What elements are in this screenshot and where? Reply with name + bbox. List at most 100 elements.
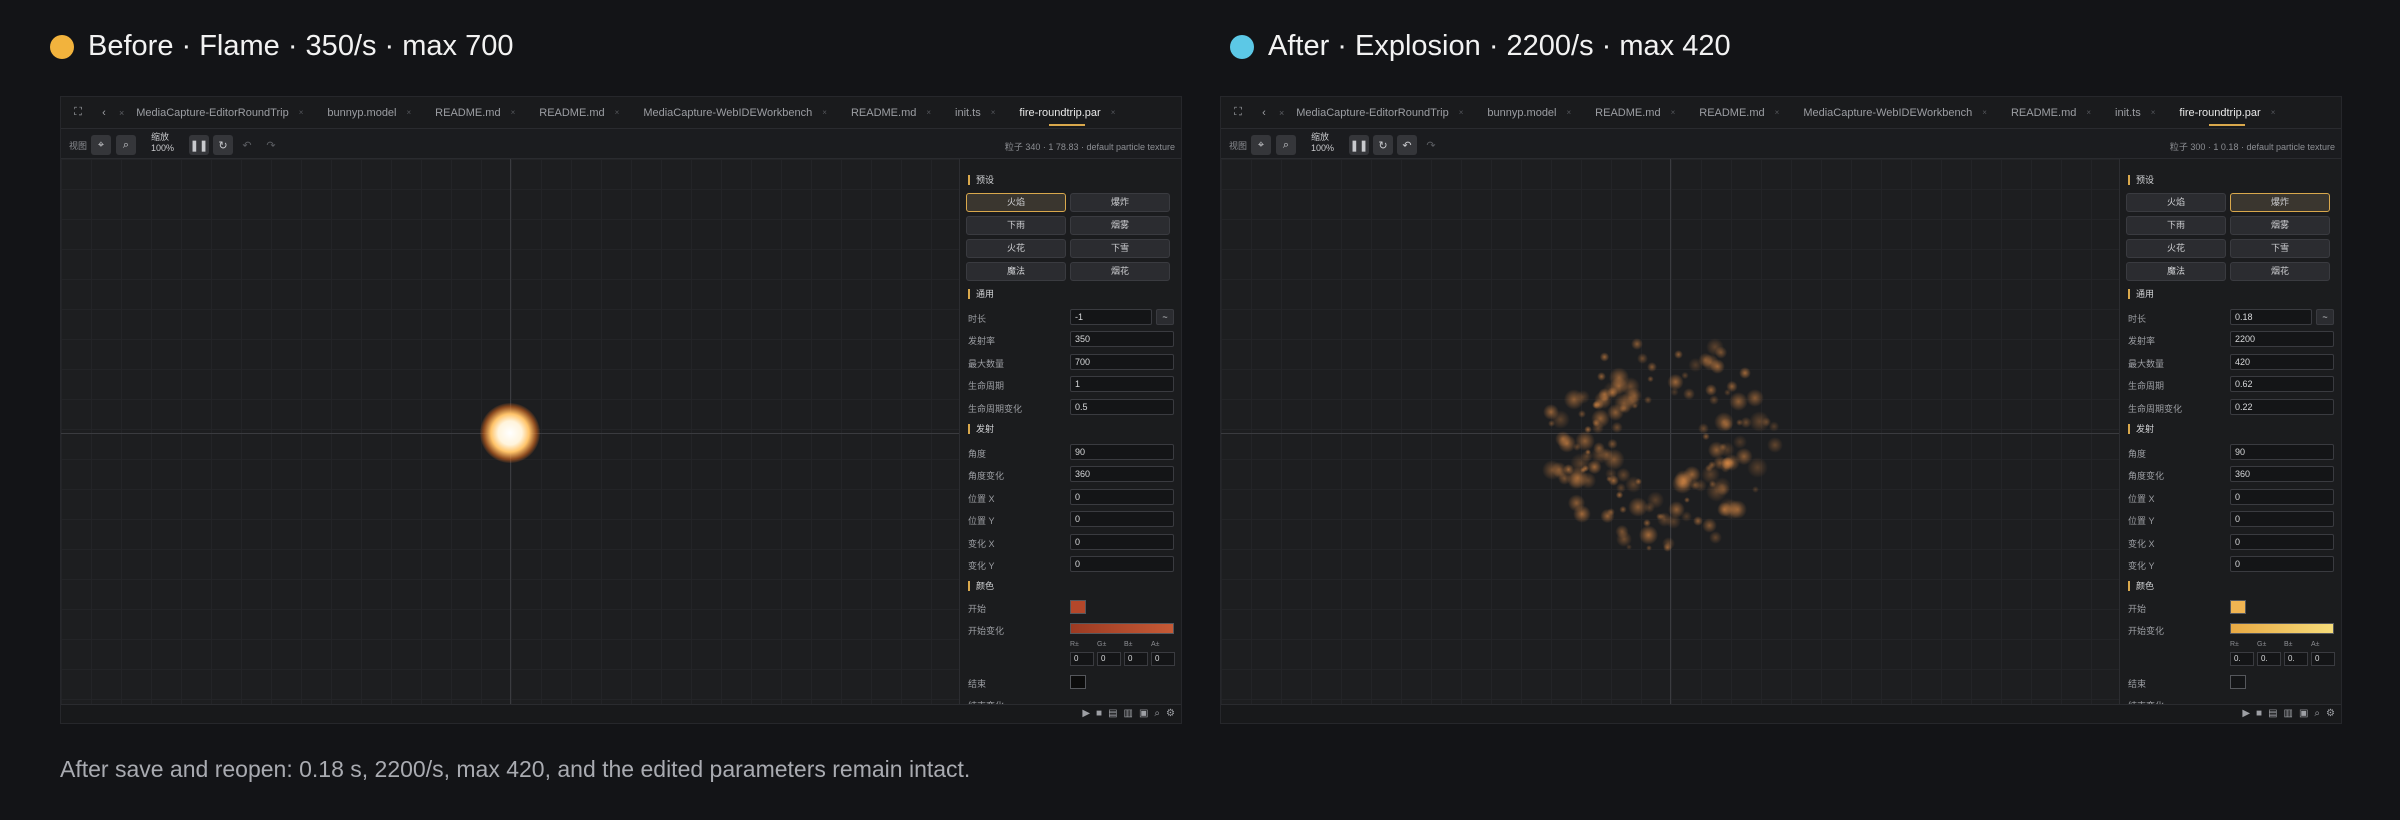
image-icon[interactable]: ▣	[1139, 708, 1148, 719]
search-icon[interactable]: ⌕	[116, 135, 136, 155]
preset-button-3[interactable]: 烟雾	[1070, 216, 1170, 235]
crosshair-icon[interactable]: ⌖	[1251, 135, 1271, 155]
preset-button-5[interactable]: 下雪	[2230, 239, 2330, 258]
tab-0[interactable]: MediaCapture-EditorRoundTrip ×	[1284, 97, 1475, 129]
pause-icon[interactable]: ❚❚	[1349, 135, 1369, 155]
input-pos_y[interactable]: 0	[1070, 511, 1174, 527]
undo-icon[interactable]: ↶	[237, 135, 257, 155]
undo-icon[interactable]: ↶	[1397, 135, 1417, 155]
input-life_var[interactable]: 0.5	[1070, 399, 1174, 415]
preset-button-0[interactable]: 火焰	[2126, 193, 2226, 212]
tab-close-icon[interactable]: ×	[615, 108, 620, 117]
preset-button-0[interactable]: 火焰	[966, 193, 1066, 212]
tab-5[interactable]: README.md ×	[839, 97, 943, 129]
input-var_x[interactable]: 0	[1070, 534, 1174, 550]
image-icon[interactable]: ▣	[2299, 708, 2308, 719]
tab-close-icon[interactable]: ×	[822, 108, 827, 117]
preset-button-6[interactable]: 魔法	[966, 262, 1066, 281]
input-angle[interactable]: 90	[2230, 444, 2334, 460]
preset-button-6[interactable]: 魔法	[2126, 262, 2226, 281]
input-angle_var[interactable]: 360	[1070, 466, 1174, 482]
tab-1[interactable]: bunnyp.model ×	[1475, 97, 1583, 129]
tab-7[interactable]: fire-roundtrip.par ×	[2167, 97, 2287, 129]
tab-close-icon[interactable]: ×	[2151, 108, 2156, 117]
preset-button-2[interactable]: 下雨	[2126, 216, 2226, 235]
tab-close-icon[interactable]: ×	[299, 108, 304, 117]
tab-close-icon[interactable]: ×	[1459, 108, 1464, 117]
tab-close-icon[interactable]: ×	[1982, 108, 1987, 117]
tab-2[interactable]: README.md ×	[423, 97, 527, 129]
start-variance-gradient[interactable]	[2230, 623, 2334, 634]
channel-input[interactable]: 0	[1124, 652, 1148, 666]
start-variance-gradient[interactable]	[1070, 623, 1174, 634]
preset-button-1[interactable]: 爆炸	[1070, 193, 1170, 212]
tab-close-icon[interactable]: ×	[1775, 108, 1780, 117]
input-max[interactable]: 420	[2230, 354, 2334, 370]
input-pos_y[interactable]: 0	[2230, 511, 2334, 527]
tab-7[interactable]: fire-roundtrip.par ×	[1007, 97, 1127, 129]
preset-button-7[interactable]: 烟花	[1070, 262, 1170, 281]
file-icon[interactable]: ▤	[1108, 708, 1117, 719]
preset-button-7[interactable]: 烟花	[2230, 262, 2330, 281]
tab-3[interactable]: README.md ×	[527, 97, 631, 129]
duration-toggle-button[interactable]: ~	[2316, 309, 2334, 325]
redo-icon[interactable]: ↷	[1421, 135, 1441, 155]
input-rate[interactable]: 350	[1070, 331, 1174, 347]
input-life[interactable]: 1	[1070, 376, 1174, 392]
back-icon[interactable]: ‹	[1255, 104, 1273, 122]
stop-icon[interactable]: ■	[1096, 708, 1102, 719]
channel-input[interactable]: 0.	[2284, 652, 2308, 666]
input-angle[interactable]: 90	[1070, 444, 1174, 460]
settings-icon[interactable]: ⚙	[2326, 708, 2335, 719]
file-icon[interactable]: ▤	[2268, 708, 2277, 719]
search-icon[interactable]: ⌕	[2314, 708, 2320, 719]
settings-icon[interactable]: ⚙	[1166, 708, 1175, 719]
tab-6[interactable]: init.ts ×	[943, 97, 1007, 129]
tab-close-icon[interactable]: ×	[2271, 108, 2276, 117]
tab-1[interactable]: bunnyp.model ×	[315, 97, 423, 129]
viewport-canvas[interactable]	[61, 159, 959, 704]
input-var_x[interactable]: 0	[2230, 534, 2334, 550]
expand-icon[interactable]: ⛶	[1229, 104, 1247, 122]
preset-button-4[interactable]: 火花	[966, 239, 1066, 258]
play-icon[interactable]: ▶	[2242, 708, 2250, 719]
save-icon[interactable]: ▥	[2284, 708, 2293, 719]
play-icon[interactable]: ▶	[1082, 708, 1090, 719]
tab-3[interactable]: README.md ×	[1687, 97, 1791, 129]
tab-close-icon[interactable]: ×	[2086, 108, 2091, 117]
tab-close-icon[interactable]: ×	[407, 108, 412, 117]
restart-icon[interactable]: ↻	[213, 135, 233, 155]
tab-4[interactable]: MediaCapture-WebIDEWorkbench ×	[1791, 97, 1999, 129]
tab-close-icon[interactable]: ×	[511, 108, 516, 117]
channel-input[interactable]: 0	[2311, 652, 2335, 666]
save-icon[interactable]: ▥	[1124, 708, 1133, 719]
channel-input[interactable]: 0.	[2230, 652, 2254, 666]
tab-close-icon[interactable]: ×	[1567, 108, 1572, 117]
search-icon[interactable]: ⌕	[1276, 135, 1296, 155]
input-pos_x[interactable]: 0	[1070, 489, 1174, 505]
preset-button-4[interactable]: 火花	[2126, 239, 2226, 258]
redo-icon[interactable]: ↷	[261, 135, 281, 155]
input-max[interactable]: 700	[1070, 354, 1174, 370]
tab-2[interactable]: README.md ×	[1583, 97, 1687, 129]
input-var_y[interactable]: 0	[2230, 556, 2334, 572]
tab-close-icon[interactable]: ×	[1671, 108, 1676, 117]
preset-button-2[interactable]: 下雨	[966, 216, 1066, 235]
channel-input[interactable]: 0	[1070, 652, 1094, 666]
tab-4[interactable]: MediaCapture-WebIDEWorkbench ×	[631, 97, 839, 129]
start-color-swatch[interactable]	[2230, 600, 2246, 614]
end-color-swatch[interactable]	[2230, 675, 2246, 689]
tab-0[interactable]: MediaCapture-EditorRoundTrip ×	[124, 97, 315, 129]
input-duration[interactable]: -1	[1070, 309, 1152, 325]
input-life[interactable]: 0.62	[2230, 376, 2334, 392]
input-pos_x[interactable]: 0	[2230, 489, 2334, 505]
tab-close-icon[interactable]: ×	[991, 108, 996, 117]
pause-icon[interactable]: ❚❚	[189, 135, 209, 155]
stop-icon[interactable]: ■	[2256, 708, 2262, 719]
channel-input[interactable]: 0	[1097, 652, 1121, 666]
restart-icon[interactable]: ↻	[1373, 135, 1393, 155]
input-life_var[interactable]: 0.22	[2230, 399, 2334, 415]
crosshair-icon[interactable]: ⌖	[91, 135, 111, 155]
end-color-swatch[interactable]	[1070, 675, 1086, 689]
duration-toggle-button[interactable]: ~	[1156, 309, 1174, 325]
